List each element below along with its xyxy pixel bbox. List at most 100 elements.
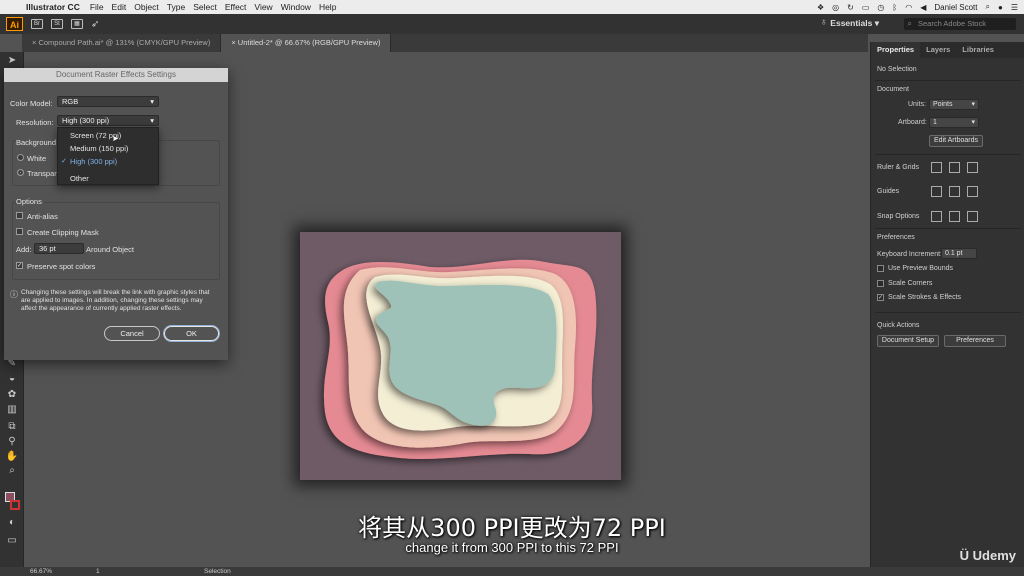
- tab-properties[interactable]: Properties: [871, 42, 921, 58]
- snap-to-point-icon[interactable]: [931, 211, 942, 222]
- stock-icon[interactable]: St: [51, 19, 63, 29]
- wifi-icon[interactable]: ◠: [905, 3, 912, 12]
- bridge-icon[interactable]: Br: [31, 19, 43, 29]
- zoom-tool-icon[interactable]: ⌕: [5, 464, 19, 477]
- tab-label: Compound Path.ai* @ 131% (CMYK/GPU Previ…: [38, 38, 211, 47]
- menu-item-other[interactable]: Other: [70, 174, 89, 183]
- edit-artboards-button[interactable]: Edit Artboards: [929, 135, 983, 147]
- preferences-heading: Preferences: [877, 234, 915, 241]
- color-model-label: Color Model:: [10, 99, 53, 108]
- scale-corners-checkbox[interactable]: [877, 280, 884, 287]
- resolution-select[interactable]: High (300 ppi) ▾: [57, 115, 159, 126]
- ruler-grids-label: Ruler & Grids: [877, 164, 920, 171]
- add-label: Add:: [16, 245, 32, 254]
- rulers-icon[interactable]: [931, 162, 942, 173]
- zoom-level[interactable]: 66.67%: [30, 568, 52, 575]
- panel-divider: [875, 312, 1021, 313]
- add-field[interactable]: 36 pt: [34, 243, 84, 254]
- units-select[interactable]: Points ▾: [929, 99, 979, 110]
- use-preview-bounds-checkbox[interactable]: [877, 265, 884, 272]
- menu-type[interactable]: Type: [167, 2, 193, 12]
- show-guides-icon[interactable]: [931, 186, 942, 197]
- status-bar: 66.67% 1 Selection: [0, 567, 1024, 576]
- white-label: White: [27, 154, 47, 163]
- properties-panel: Properties Layers Libraries No Selection…: [870, 42, 1024, 567]
- clipping-mask-checkbox[interactable]: [16, 228, 23, 235]
- panel-divider: [875, 80, 1021, 81]
- ok-button[interactable]: OK: [164, 326, 219, 341]
- white-radio[interactable]: [17, 154, 24, 161]
- artboard-value: 1: [933, 119, 937, 126]
- units-value: Points: [933, 101, 953, 108]
- color-model-select[interactable]: RGB ▾: [57, 96, 159, 107]
- menu-effect[interactable]: Effect: [225, 2, 255, 12]
- selection-tool-icon[interactable]: ➤: [5, 54, 19, 67]
- menu-help[interactable]: Help: [319, 2, 344, 12]
- dropbox-icon[interactable]: ❖: [817, 3, 824, 12]
- tab-compound-path[interactable]: × Compound Path.ai* @ 131% (CMYK/GPU Pre…: [22, 34, 222, 52]
- gpu-performance-icon[interactable]: ➶: [91, 19, 99, 30]
- transparent-radio[interactable]: [17, 169, 24, 176]
- artboard[interactable]: [300, 232, 621, 480]
- workspace-switcher[interactable]: Essentials ▾: [830, 18, 879, 29]
- current-tool-display[interactable]: Selection: [204, 568, 231, 575]
- document-heading: Document: [877, 86, 909, 93]
- menu-item-high[interactable]: High (300 ppi): [70, 157, 117, 166]
- tab-layers[interactable]: Layers: [920, 42, 956, 58]
- preferences-button[interactable]: Preferences: [944, 335, 1006, 347]
- user-name[interactable]: Daniel Scott: [934, 3, 977, 12]
- chevron-down-icon: ▾: [150, 116, 154, 125]
- menu-app-name[interactable]: Illustrator CC: [26, 2, 90, 12]
- airplay-icon[interactable]: ▭: [862, 3, 870, 12]
- transparency-grid-icon[interactable]: [967, 162, 978, 173]
- siri-icon[interactable]: ●: [998, 3, 1003, 12]
- raster-effects-dialog: Document Raster Effects Settings Color M…: [4, 68, 228, 360]
- creative-cloud-icon[interactable]: ◎: [832, 3, 839, 12]
- spotlight-icon[interactable]: ⌕: [986, 2, 990, 12]
- transparent-label: Transpar: [27, 169, 57, 178]
- chevron-down-icon: ▾: [971, 101, 975, 108]
- hand-tool-icon[interactable]: ✋: [5, 450, 19, 463]
- smart-guides-icon[interactable]: [967, 186, 978, 197]
- scale-strokes-checkbox[interactable]: ✓: [877, 294, 884, 301]
- menu-window[interactable]: Window: [281, 2, 319, 12]
- bluetooth-icon[interactable]: ᛒ: [892, 3, 897, 12]
- udemy-logo-icon: Ü: [959, 548, 970, 563]
- arrange-documents-icon[interactable]: ▦: [71, 19, 83, 29]
- keyboard-increment-field[interactable]: 0.1 pt: [941, 248, 977, 259]
- menu-view[interactable]: View: [254, 2, 280, 12]
- tab-untitled-2[interactable]: × Untitled-2* @ 66.67% (RGB/GPU Preview): [221, 34, 392, 52]
- artboard-navigator[interactable]: 1: [96, 568, 100, 575]
- preserve-spot-colors-checkbox[interactable]: ✓: [16, 262, 23, 269]
- eyedropper-tool-icon[interactable]: ⚲: [5, 435, 19, 448]
- notifications-icon[interactable]: ☰: [1011, 3, 1018, 12]
- subtitle-english: change it from 300 PPI to this 72 PPI: [405, 540, 619, 555]
- search-stock-input[interactable]: Search Adobe Stock: [904, 18, 1016, 30]
- cancel-button[interactable]: Cancel: [104, 326, 160, 341]
- anti-alias-checkbox[interactable]: [16, 212, 23, 219]
- watermark-text: Udemy: [972, 548, 1016, 563]
- grid-icon[interactable]: [949, 162, 960, 173]
- menu-edit[interactable]: Edit: [112, 2, 135, 12]
- search-icon: ⌕: [907, 19, 912, 28]
- lock-guides-icon[interactable]: [949, 186, 960, 197]
- artboard-tool-icon[interactable]: ⧉: [5, 420, 19, 433]
- volume-icon[interactable]: ◀: [920, 3, 926, 12]
- menu-file[interactable]: File: [90, 2, 112, 12]
- menu-item-medium[interactable]: Medium (150 ppi): [70, 144, 128, 153]
- tab-libraries[interactable]: Libraries: [956, 42, 1000, 58]
- snap-to-grid-icon[interactable]: [949, 211, 960, 222]
- snap-to-pixel-icon[interactable]: [967, 211, 978, 222]
- menu-select[interactable]: Select: [193, 2, 225, 12]
- symbol-sprayer-icon[interactable]: ✿: [5, 388, 19, 401]
- graph-tool-icon[interactable]: ▥: [5, 403, 19, 416]
- clock-icon[interactable]: ◷: [877, 3, 884, 12]
- chevron-down-icon: ▾: [971, 119, 975, 126]
- artboard-label: Artboard:: [898, 119, 927, 126]
- artboard-select[interactable]: 1 ▾: [929, 117, 979, 128]
- document-setup-button[interactable]: Document Setup: [877, 335, 939, 347]
- menu-object[interactable]: Object: [134, 2, 167, 12]
- lightbulb-icon[interactable]: ♁: [820, 17, 828, 28]
- sync-icon[interactable]: ↻: [847, 3, 854, 12]
- shape-builder-icon[interactable]: ◒: [5, 372, 19, 385]
